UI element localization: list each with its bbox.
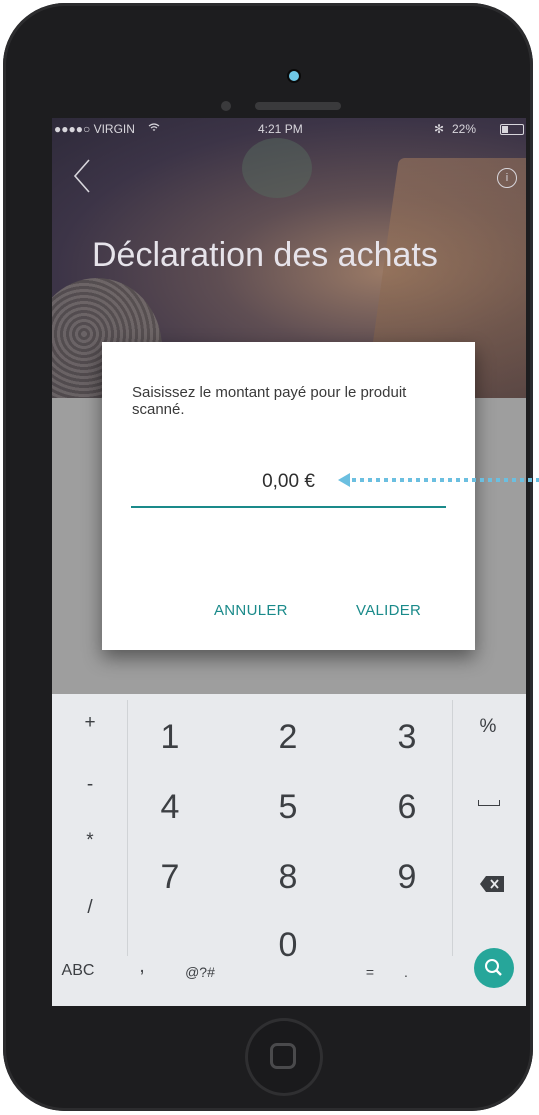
bluetooth-icon: ✻ [434, 122, 445, 136]
backspace-icon[interactable] [480, 876, 504, 897]
key-percent[interactable]: % [470, 716, 506, 738]
back-chevron-icon[interactable] [72, 158, 92, 199]
carrier-label: ●●●●○ VIRGIN [54, 122, 135, 136]
dialog-message: Saisissez le montant payé pour le produi… [132, 384, 407, 418]
key-5[interactable]: 5 [258, 788, 318, 827]
status-bar: ●●●●○ VIRGIN 4:21 PM ✻ 22% [52, 118, 526, 138]
keyboard-divider [127, 700, 128, 956]
key-dot[interactable]: . [386, 964, 426, 980]
battery-percent: 22% [452, 122, 477, 136]
key-comma[interactable]: , [124, 956, 160, 978]
home-button[interactable] [245, 1018, 323, 1096]
home-button-icon [270, 1043, 296, 1069]
info-icon[interactable]: i [497, 168, 517, 188]
app-screen: ●●●●○ VIRGIN 4:21 PM ✻ 22% i Déclaration… [52, 118, 526, 1006]
key-symbols[interactable]: @?# [180, 964, 220, 980]
key-minus[interactable]: - [72, 774, 108, 796]
amount-dialog: Saisissez le montant payé pour le produi… [102, 342, 475, 650]
proximity-sensor [221, 101, 231, 111]
key-multiply[interactable]: * [72, 830, 108, 852]
key-8[interactable]: 8 [258, 858, 318, 897]
numeric-keyboard: + - * / 1 2 3 4 5 6 7 8 9 0 % ABC , @?# … [52, 694, 526, 1006]
camera-icon [289, 71, 299, 81]
search-icon [485, 959, 502, 976]
key-3[interactable]: 3 [377, 718, 437, 757]
space-key-icon[interactable] [478, 800, 500, 806]
page-title: Déclaration des achats [92, 236, 438, 274]
cancel-button[interactable]: ANNULER [214, 602, 288, 619]
key-1[interactable]: 1 [140, 718, 200, 757]
key-abc[interactable]: ABC [58, 962, 98, 980]
key-7[interactable]: 7 [140, 858, 200, 897]
validate-button[interactable]: VALIDER [356, 602, 421, 619]
search-key[interactable] [474, 948, 514, 988]
key-equals[interactable]: = [350, 964, 390, 980]
keyboard-divider [452, 700, 453, 956]
battery-icon [500, 124, 524, 135]
wifi-icon [148, 122, 160, 136]
earpiece-speaker [255, 102, 341, 110]
clock: 4:21 PM [258, 122, 303, 136]
key-divide[interactable]: / [72, 897, 108, 919]
key-9[interactable]: 9 [377, 858, 437, 897]
key-2[interactable]: 2 [258, 718, 318, 757]
key-6[interactable]: 6 [377, 788, 437, 827]
annotation-arrow-icon [336, 470, 539, 495]
plant-photo-element [242, 138, 312, 198]
key-4[interactable]: 4 [140, 788, 200, 827]
key-0[interactable]: 0 [258, 926, 318, 965]
key-plus[interactable]: + [72, 712, 108, 734]
